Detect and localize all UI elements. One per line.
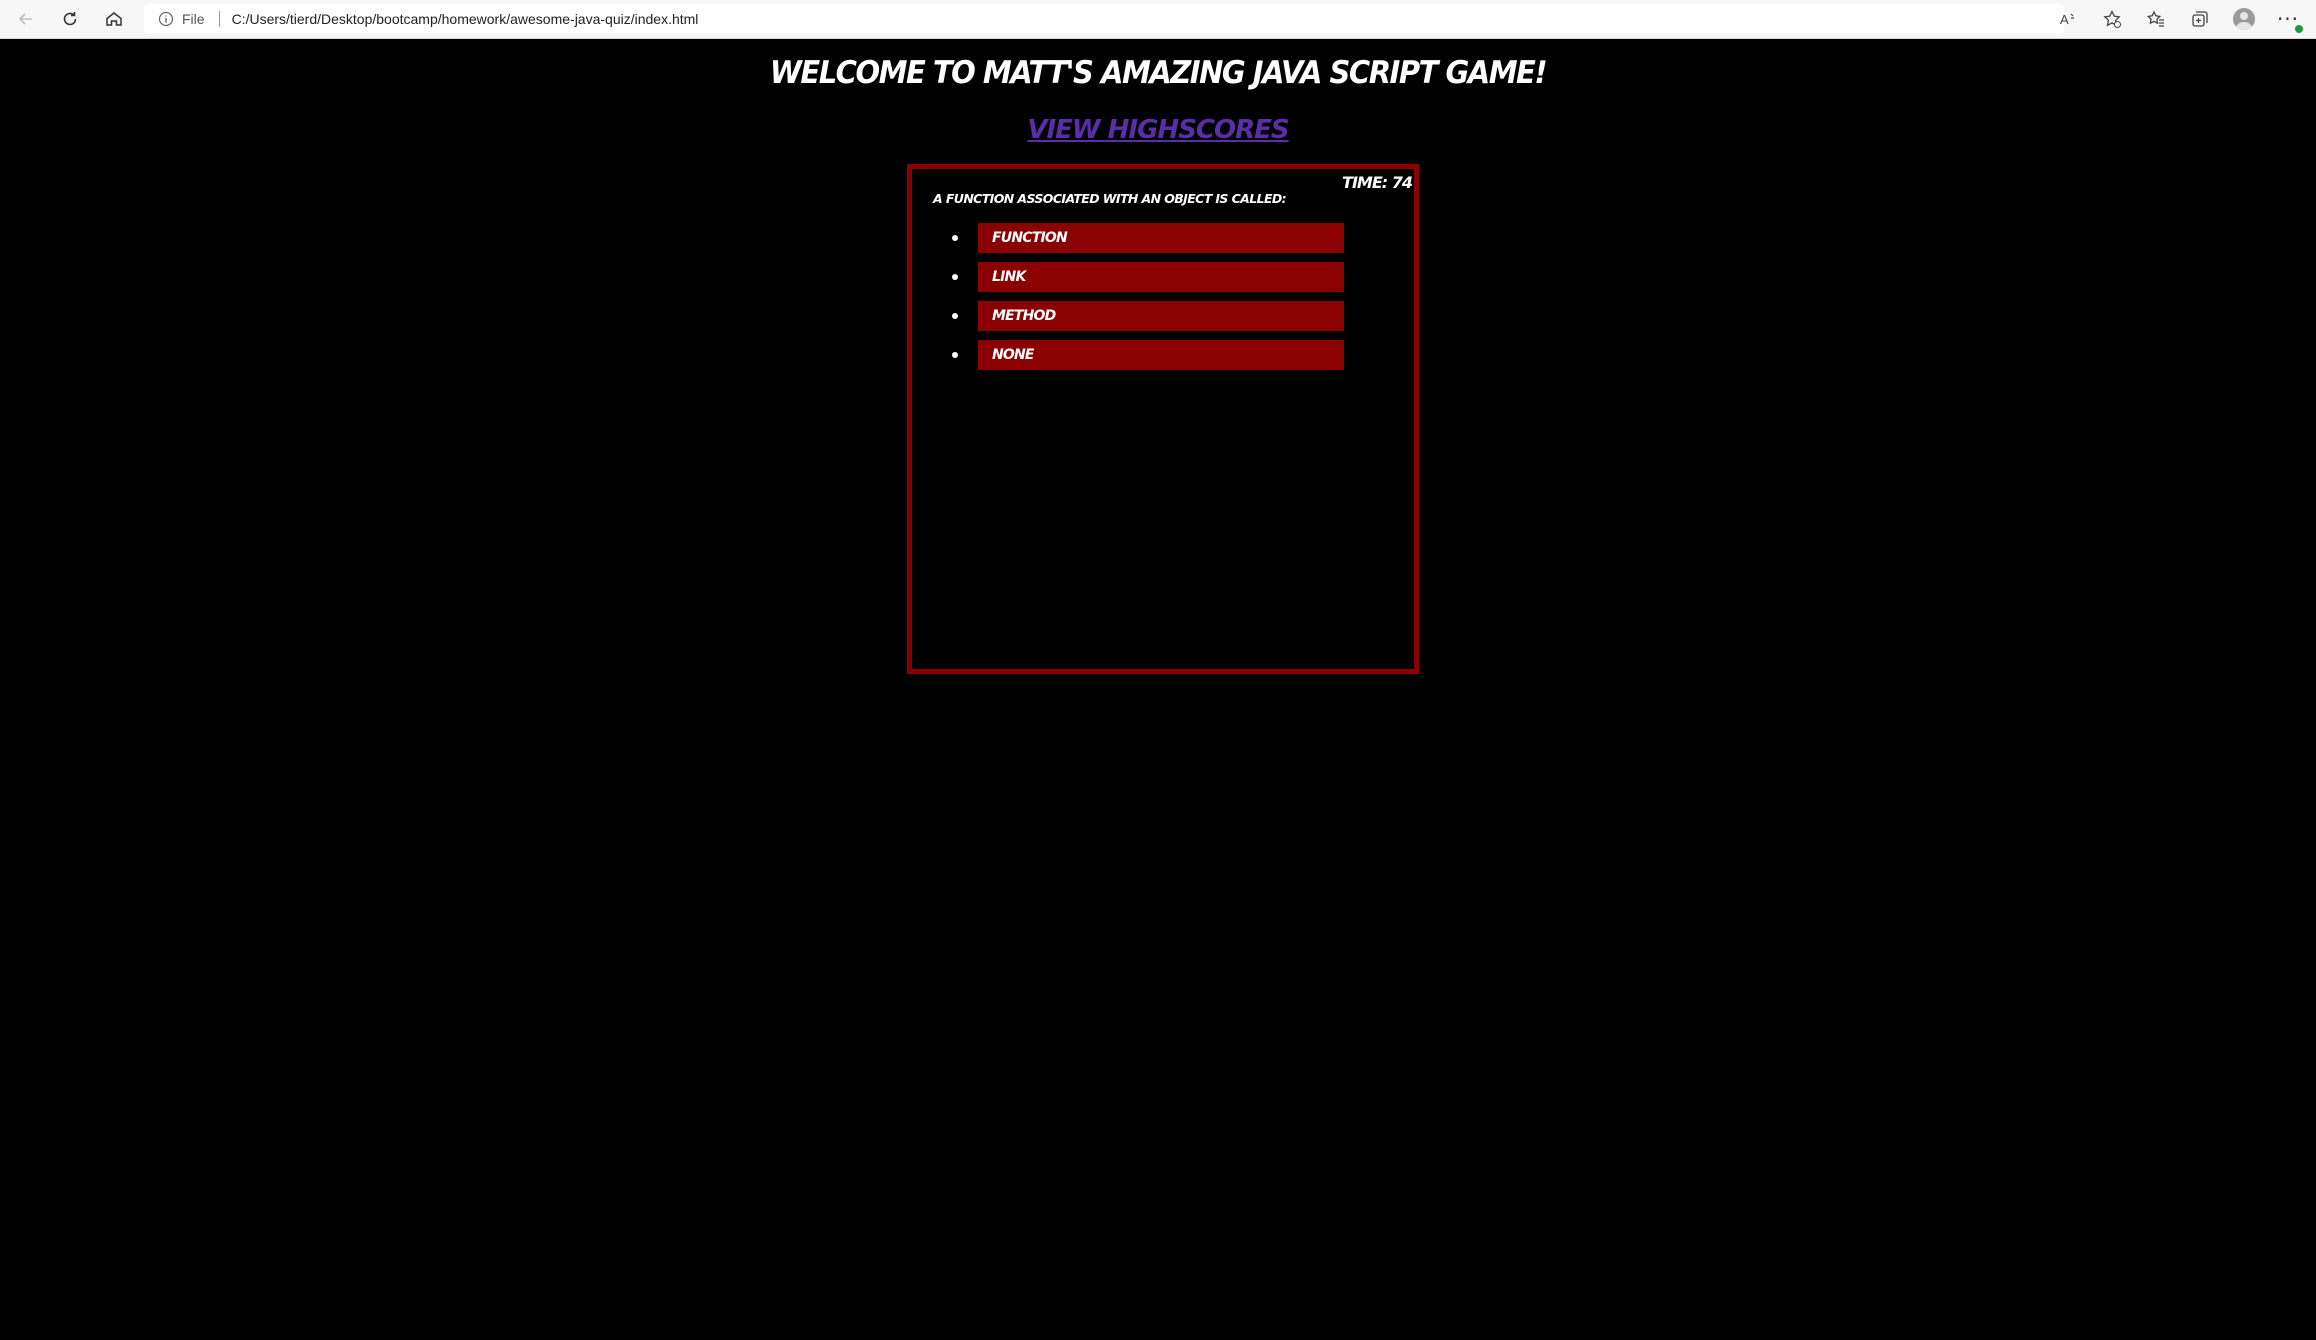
answer-list: Function Link Method None bbox=[952, 223, 1352, 379]
file-label: File bbox=[182, 11, 205, 27]
answer-button-function[interactable]: Function bbox=[978, 223, 1344, 253]
toolbar-right: A ··· bbox=[2046, 0, 2310, 38]
timer-display: Time: 74 bbox=[1342, 173, 1413, 192]
answer-item: Method bbox=[952, 301, 1352, 331]
update-badge bbox=[2295, 25, 2304, 33]
answer-button-none[interactable]: None bbox=[978, 340, 1344, 370]
home-icon bbox=[106, 12, 122, 26]
quiz-box: Time: 74 A function associated with an o… bbox=[907, 164, 1419, 674]
read-aloud-button[interactable]: A bbox=[2046, 4, 2090, 34]
highscores-link-container: View Highscores bbox=[0, 115, 2316, 145]
bullet-icon bbox=[952, 235, 958, 241]
bullet-icon bbox=[952, 352, 958, 358]
refresh-button[interactable] bbox=[52, 4, 88, 34]
address-bar[interactable]: File C:/Users/tierd/Desktop/bootcamp/hom… bbox=[144, 4, 2064, 34]
collections-button[interactable] bbox=[2178, 4, 2222, 34]
refresh-icon bbox=[63, 12, 77, 26]
bullet-icon bbox=[952, 274, 958, 280]
question-text: A function associated with an object is … bbox=[933, 191, 1287, 206]
bullet-icon bbox=[952, 313, 958, 319]
more-icon: ··· bbox=[2277, 7, 2304, 33]
more-button[interactable]: ··· bbox=[2266, 4, 2310, 34]
answer-item: None bbox=[952, 340, 1352, 370]
collections-icon bbox=[2192, 11, 2208, 27]
back-arrow-icon bbox=[18, 13, 32, 25]
favorites-icon bbox=[2146, 10, 2164, 27]
answer-button-method[interactable]: Method bbox=[978, 301, 1344, 331]
svg-text:A: A bbox=[2060, 12, 2069, 27]
address-separator bbox=[218, 11, 220, 27]
add-favorite-button[interactable] bbox=[2090, 4, 2134, 34]
back-button[interactable] bbox=[8, 4, 44, 34]
url-text[interactable]: C:/Users/tierd/Desktop/bootcamp/homework… bbox=[232, 11, 699, 27]
answer-button-link[interactable]: Link bbox=[978, 262, 1344, 292]
view-highscores-link[interactable]: View Highscores bbox=[1027, 115, 1289, 145]
answer-item: Function bbox=[952, 223, 1352, 253]
home-button[interactable] bbox=[96, 4, 132, 34]
add-favorite-icon bbox=[2103, 9, 2121, 28]
profile-icon bbox=[2233, 8, 2255, 30]
page-title: Welcome to Matt's amazing Java Script Ga… bbox=[769, 53, 1548, 91]
read-aloud-icon: A bbox=[2060, 12, 2074, 27]
page-content: Welcome to Matt's amazing Java Script Ga… bbox=[0, 39, 2316, 1340]
answer-item: Link bbox=[952, 262, 1352, 292]
profile-button[interactable] bbox=[2222, 4, 2266, 34]
browser-toolbar: File C:/Users/tierd/Desktop/bootcamp/hom… bbox=[0, 0, 2316, 39]
info-icon[interactable] bbox=[158, 11, 174, 27]
favorites-button[interactable] bbox=[2134, 4, 2178, 34]
